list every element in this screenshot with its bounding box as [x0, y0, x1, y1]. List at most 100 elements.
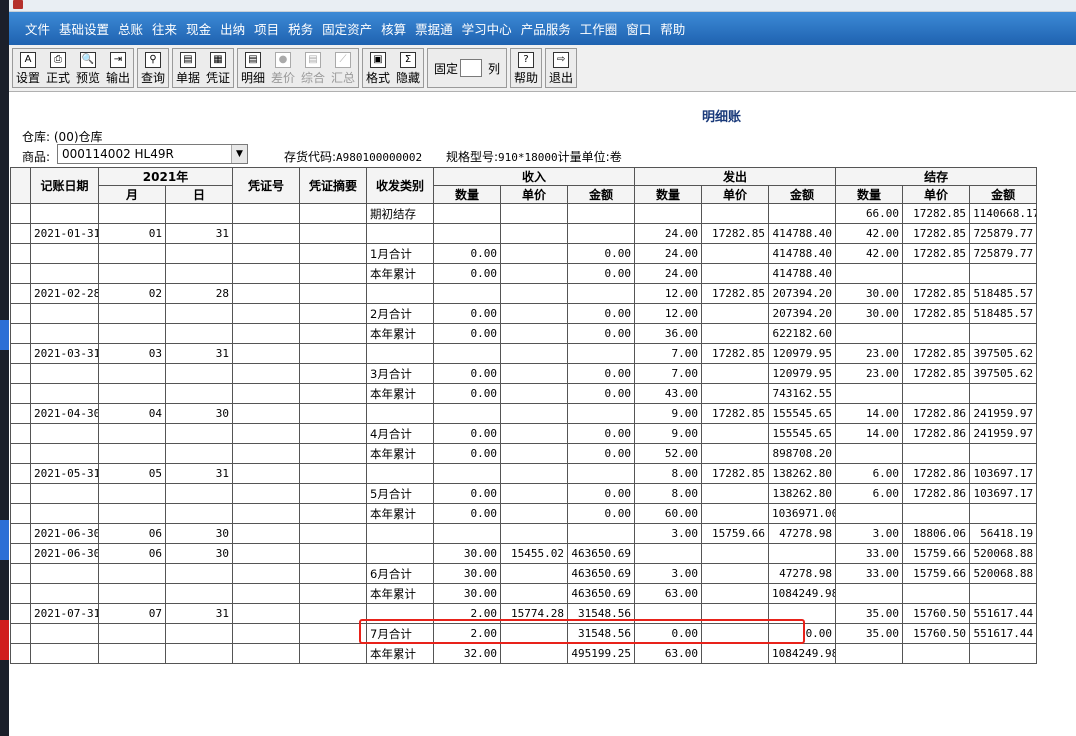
table-row[interactable]: 2021-07-31 07 31 2.00 15774.28 31548.56 35.00 1… — [10, 603, 1038, 624]
toolbar-button[interactable]: 🔍 预览 — [73, 49, 103, 87]
row-selector[interactable] — [10, 603, 31, 624]
table-row[interactable]: 2月合计 0.00 0.00 12.00 207394.20 30.00 17282.85 5… — [10, 303, 1038, 324]
desktop-left-strip — [0, 0, 9, 736]
table-cell — [299, 503, 367, 524]
row-selector[interactable] — [10, 443, 31, 464]
toolbar-button[interactable]: ? 帮助 — [511, 49, 541, 87]
row-selector[interactable] — [10, 263, 31, 284]
toolbar-button[interactable]: ⚲ 查询 — [138, 49, 168, 87]
fixed-columns-input[interactable] — [460, 59, 483, 77]
row-selector[interactable] — [10, 343, 31, 364]
goods-select[interactable]: 000114002 HL49R ▼ — [57, 144, 248, 164]
table-row[interactable]: 2021-01-31 01 31 24.00 17282.85 414788.40 42.0… — [10, 223, 1038, 244]
table-row[interactable]: 本年累计 0.00 0.00 36.00 622182.60 — [10, 323, 1038, 344]
toolbar-button[interactable]: A 设置 — [13, 49, 43, 87]
toolbar-button[interactable]: ▦ 凭证 — [203, 49, 233, 87]
row-selector[interactable] — [10, 383, 31, 404]
table-row[interactable]: 6月合计 30.00 463650.69 3.00 47278.98 33.00 15759… — [10, 563, 1038, 584]
row-selector[interactable] — [10, 423, 31, 444]
menu-item[interactable]: 产品服务 — [521, 19, 571, 38]
table-row[interactable]: 3月合计 0.00 0.00 7.00 120979.95 23.00 17282.85 39… — [10, 363, 1038, 384]
table-cell: 0.00 — [433, 303, 501, 324]
row-selector[interactable] — [10, 623, 31, 644]
menu-item[interactable]: 票据通 — [415, 19, 453, 38]
table-row[interactable]: 本年累计 0.00 0.00 52.00 898708.20 — [10, 443, 1038, 464]
table-cell — [768, 603, 837, 624]
row-selector[interactable] — [10, 203, 31, 224]
toolbar-button[interactable]: ▣ 格式 — [363, 49, 393, 87]
menu-item[interactable]: 税务 — [288, 19, 313, 38]
table-row[interactable]: 2021-06-30 06 30 30.00 15455.02 463650.69 33.0… — [10, 543, 1038, 564]
row-selector[interactable] — [10, 243, 31, 264]
table-cell: 8.00 — [634, 483, 703, 504]
toolbar-button[interactable]: Σ 隐藏 — [393, 49, 423, 87]
toolbar-button[interactable]: ⇨ 退出 — [546, 49, 576, 87]
row-selector[interactable] — [10, 583, 31, 604]
table-cell — [366, 223, 434, 244]
menu-item[interactable]: 基础设置 — [59, 19, 109, 38]
row-selector[interactable] — [10, 303, 31, 324]
table-row[interactable]: 本年累计 0.00 0.00 60.00 1036971.00 — [10, 503, 1038, 524]
menu-item[interactable]: 核算 — [381, 19, 406, 38]
row-selector[interactable] — [10, 403, 31, 424]
menu-item[interactable]: 窗口 — [626, 19, 651, 38]
table-cell — [299, 203, 367, 224]
table-row[interactable]: 5月合计 0.00 0.00 8.00 138262.80 6.00 17282.86 103… — [10, 483, 1038, 504]
table-cell: 12.00 — [634, 303, 703, 324]
menu-item[interactable]: 工作圈 — [580, 19, 618, 38]
toolbar-button-label: 综合 — [300, 71, 325, 85]
menu-item[interactable]: 项目 — [254, 19, 279, 38]
row-selector[interactable] — [10, 503, 31, 524]
toolbar-button[interactable]: ● 差价 — [268, 49, 298, 87]
table-cell: 07 — [98, 603, 166, 624]
table-row[interactable]: 期初结存 66.00 17282.85 1140668.17 — [10, 203, 1038, 224]
table-cell — [366, 523, 434, 544]
table-row[interactable]: 2021-05-31 05 31 8.00 17282.85 138262.80 6.00 1… — [10, 463, 1038, 484]
table-row[interactable]: 本年累计 32.00 495199.25 63.00 1084249.98 — [10, 643, 1038, 664]
chevron-down-icon[interactable]: ▼ — [231, 145, 247, 163]
menu-item[interactable]: 往来 — [152, 19, 177, 38]
table-cell — [232, 223, 300, 244]
menu-item[interactable]: 固定资产 — [322, 19, 372, 38]
table-row[interactable]: 7月合计 2.00 31548.56 0.00 0.00 35.00 15760.50 551… — [10, 623, 1038, 644]
toolbar-group: ▤ 单据 ▦ 凭证 — [172, 48, 234, 88]
table-cell: 1036971.00 — [768, 503, 837, 524]
table-row[interactable]: 本年累计 0.00 0.00 43.00 743162.55 — [10, 383, 1038, 404]
menu-item[interactable]: 学习中心 — [462, 19, 512, 38]
toolbar-button[interactable]: ▤ 单据 — [173, 49, 203, 87]
toolbar-button[interactable]: ⎙ 正式 — [43, 49, 73, 87]
table-row[interactable]: 2021-06-30 06 30 3.00 15759.66 47278.98 3.00 18… — [10, 523, 1038, 544]
row-selector[interactable] — [10, 543, 31, 564]
row-selector[interactable] — [10, 483, 31, 504]
table-row[interactable]: 2021-03-31 03 31 7.00 17282.85 120979.95 23.00… — [10, 343, 1038, 364]
table-row[interactable]: 2021-02-28 02 28 12.00 17282.85 207394.20 30.0… — [10, 283, 1038, 304]
menu-item[interactable]: 出纳 — [220, 19, 245, 38]
menu-item[interactable]: 现金 — [186, 19, 211, 38]
row-selector[interactable] — [10, 323, 31, 344]
table-row[interactable]: 本年累计 30.00 463650.69 63.00 1084249.98 — [10, 583, 1038, 604]
header-out-qty: 数量 — [634, 185, 703, 204]
table-row[interactable]: 2021-04-30 04 30 9.00 17282.85 155545.65 14.00… — [10, 403, 1038, 424]
row-selector[interactable] — [10, 523, 31, 544]
row-selector[interactable] — [10, 463, 31, 484]
row-selector[interactable] — [10, 363, 31, 384]
toolbar-button[interactable]: ⟋ 汇总 — [328, 49, 358, 87]
row-selector[interactable] — [10, 563, 31, 584]
table-cell: 8.00 — [634, 463, 703, 484]
table-cell — [701, 563, 770, 584]
row-selector[interactable] — [10, 283, 31, 304]
table-row[interactable]: 1月合计 0.00 0.00 24.00 414788.40 42.00 17282.85 7… — [10, 243, 1038, 264]
menu-item[interactable]: 总账 — [118, 19, 143, 38]
menu-item[interactable]: 文件 — [25, 19, 50, 38]
table-cell — [30, 423, 99, 444]
menu-item[interactable]: 帮助 — [660, 19, 685, 38]
toolbar-button[interactable]: ▤ 明细 — [238, 49, 268, 87]
toolbar-button[interactable]: ⇥ 输出 — [103, 49, 133, 87]
table-row[interactable]: 本年累计 0.00 0.00 24.00 414788.40 — [10, 263, 1038, 284]
toolbar-button[interactable]: ▤ 综合 — [298, 49, 328, 87]
table-cell — [299, 403, 367, 424]
table-row[interactable]: 4月合计 0.00 0.00 9.00 155545.65 14.00 17282.86 24… — [10, 423, 1038, 444]
row-selector[interactable] — [10, 223, 31, 244]
row-selector[interactable] — [10, 643, 31, 664]
table-cell: 120979.95 — [768, 363, 837, 384]
